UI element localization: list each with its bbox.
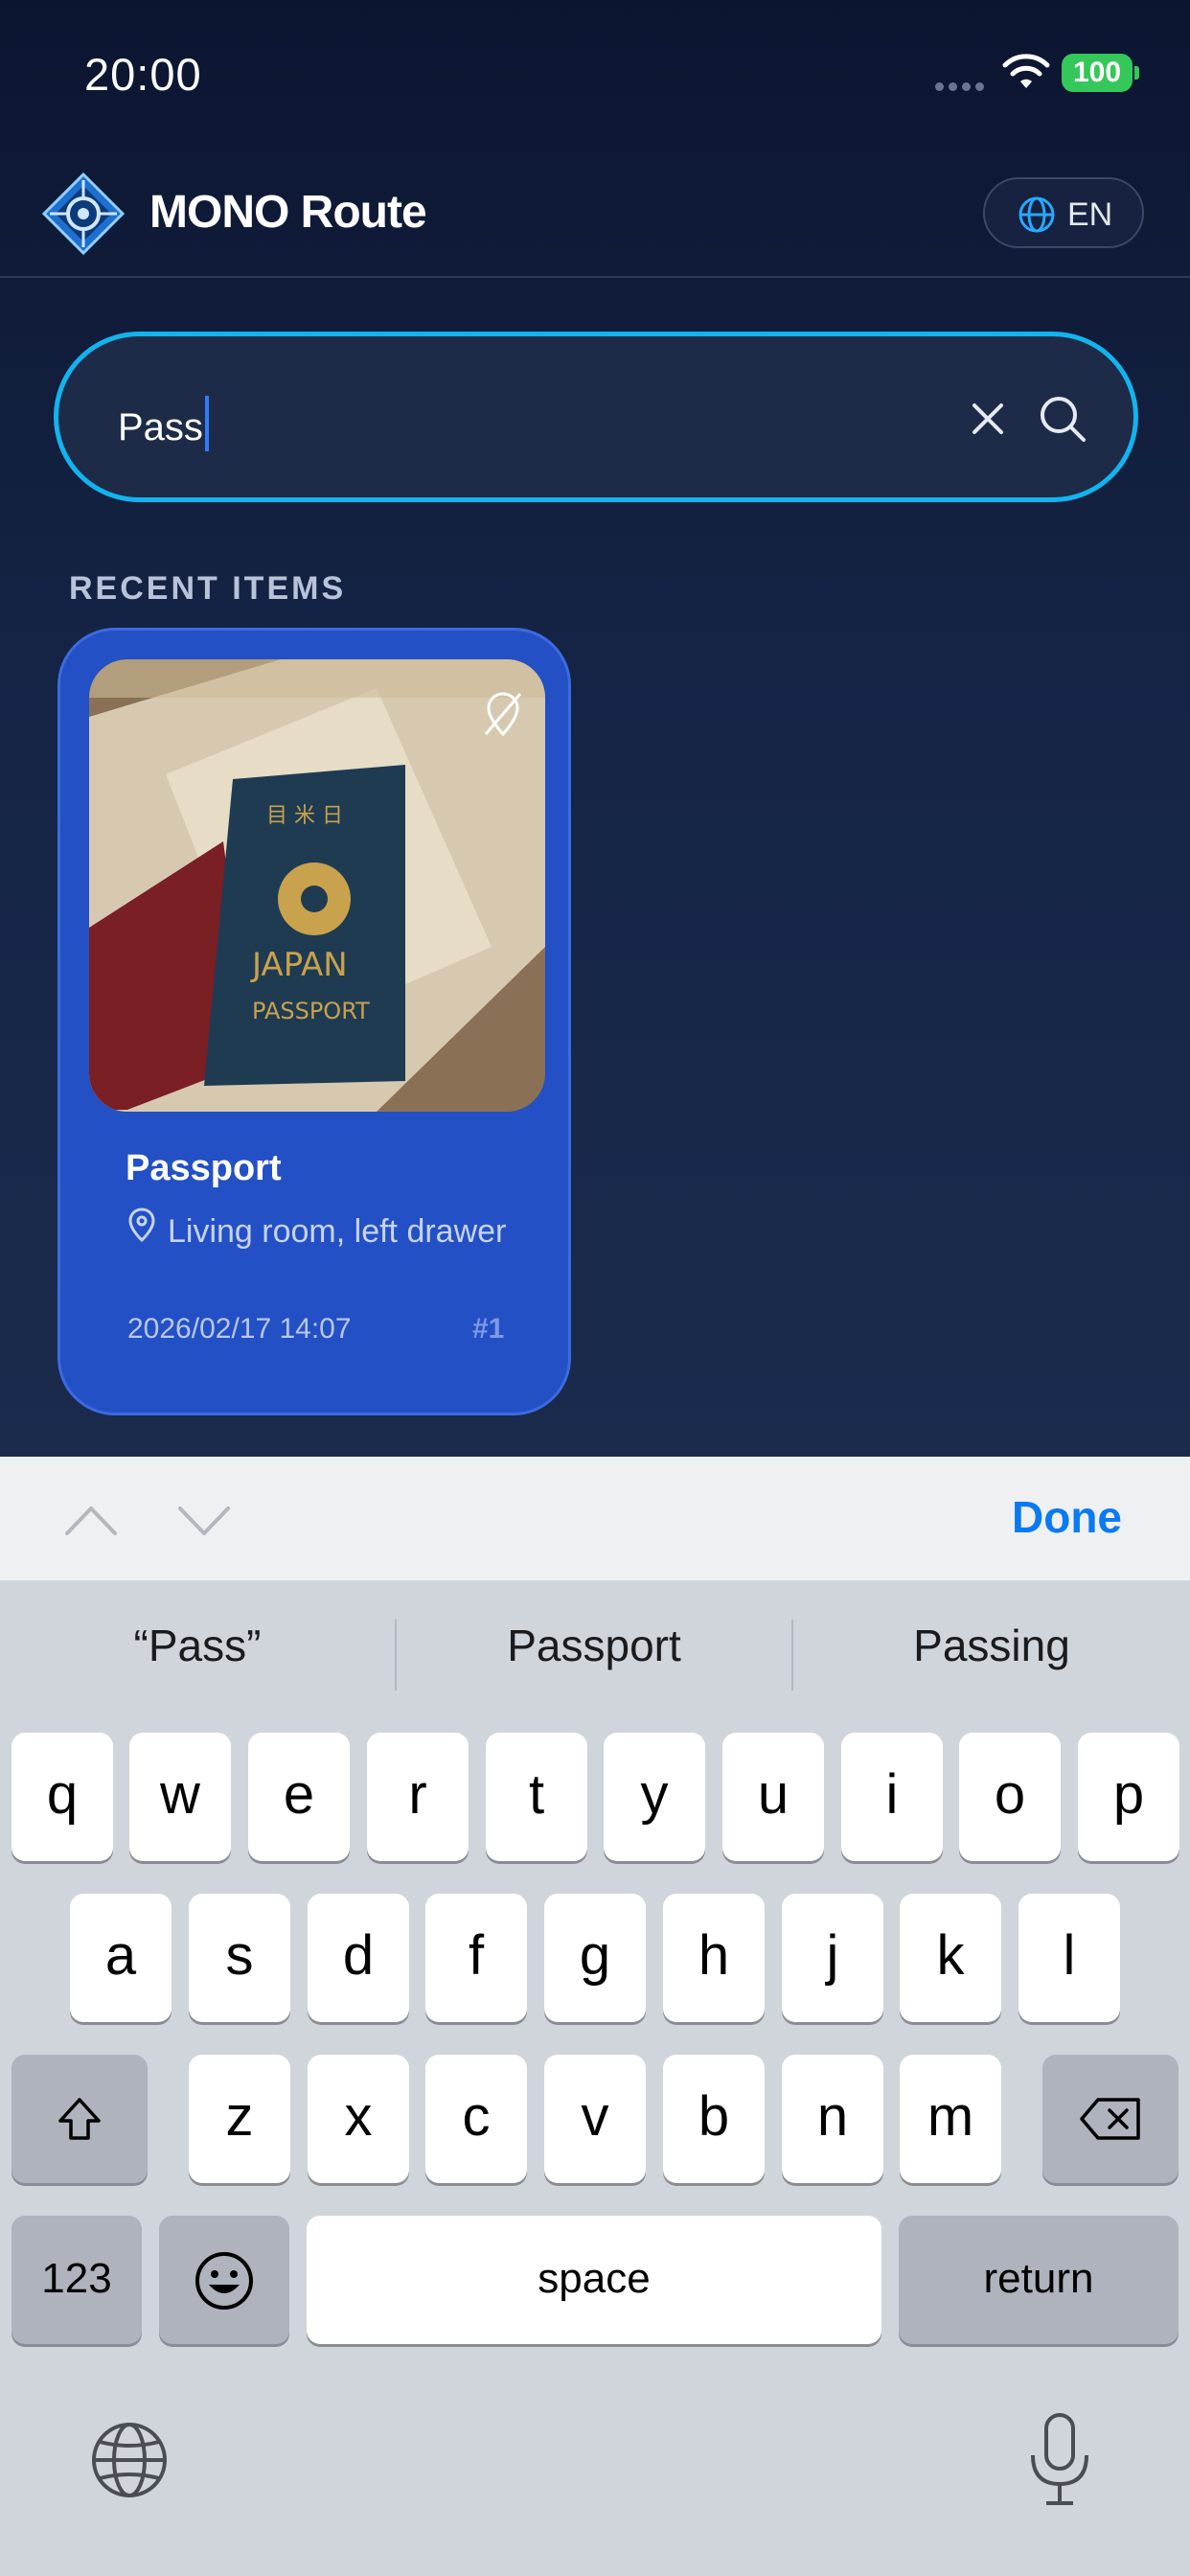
key[interactable]: h (663, 1894, 765, 2022)
key[interactable]: p (1078, 1733, 1179, 1861)
globe-icon[interactable] (90, 2421, 169, 2499)
svg-text:PASSPORT: PASSPORT (252, 998, 370, 1024)
status-time: 20:00 (84, 49, 202, 100)
suggestion-bar: “Pass” Passport Passing (0, 1581, 1190, 1715)
recent-items-heading: RECENT ITEMS (69, 570, 347, 607)
item-date: 2026/02/17 14:07 (127, 1313, 352, 1345)
key[interactable]: e (248, 1733, 350, 1861)
wifi-icon (1002, 54, 1050, 88)
done-button[interactable]: Done (1012, 1491, 1122, 1543)
key[interactable]: r (367, 1733, 469, 1861)
key[interactable]: z (189, 2055, 290, 2183)
item-location: Living room, left drawer (168, 1213, 507, 1250)
keyboard-accessory-bar: Done (0, 1457, 1190, 1581)
key[interactable]: a (70, 1894, 172, 2022)
key[interactable]: v (544, 2055, 646, 2183)
key[interactable]: c (425, 2055, 527, 2183)
key[interactable]: j (782, 1894, 883, 2022)
microphone-icon[interactable] (1025, 2411, 1094, 2507)
key[interactable]: k (900, 1894, 1001, 2022)
status-bar: 20:00 100 (0, 0, 1190, 144)
battery-tip (1134, 66, 1139, 80)
svg-text:JAPAN: JAPAN (250, 946, 348, 984)
return-key[interactable]: return (899, 2216, 1179, 2344)
location-pin-icon (128, 1208, 155, 1242)
item-card[interactable]: 目 米 日 JAPAN PASSPORT Passport Living roo… (57, 628, 571, 1415)
suggestion-item[interactable]: Passport (397, 1620, 791, 1677)
key[interactable]: s (189, 1894, 290, 2022)
key[interactable]: x (308, 2055, 409, 2183)
item-photo: 目 米 日 JAPAN PASSPORT (89, 659, 545, 1112)
suggestion-item[interactable]: Passing (793, 1620, 1190, 1677)
clear-icon[interactable] (967, 398, 1009, 440)
chevron-up-icon[interactable] (59, 1493, 123, 1547)
delete-key[interactable] (1042, 2055, 1179, 2183)
text-caret (204, 396, 209, 451)
key[interactable]: d (308, 1894, 409, 2022)
key[interactable]: i (841, 1733, 943, 1861)
no-location-icon (484, 692, 522, 737)
search-input[interactable]: Pass (118, 396, 209, 451)
space-key[interactable]: space (307, 2216, 881, 2344)
globe-icon (1018, 196, 1055, 233)
key[interactable]: u (722, 1733, 824, 1861)
search-input-value: Pass (118, 406, 203, 448)
keyboard: “Pass” Passport Passing q w e r t y u i … (0, 1581, 1190, 2576)
suggestion-item[interactable]: “Pass” (0, 1620, 395, 1677)
app-header: MONO Route EN (0, 144, 1190, 278)
key[interactable]: t (486, 1733, 587, 1861)
search-field[interactable]: Pass (54, 332, 1138, 502)
numbers-key[interactable]: 123 (11, 2216, 142, 2344)
shift-icon (58, 2098, 101, 2140)
emoji-icon (195, 2252, 253, 2310)
passport-photo-image: 目 米 日 JAPAN PASSPORT (89, 659, 545, 1112)
key[interactable]: l (1018, 1894, 1120, 2022)
key[interactable]: g (544, 1894, 646, 2022)
key[interactable]: o (959, 1733, 1061, 1861)
key[interactable]: n (782, 2055, 883, 2183)
app-screen: 20:00 100 MONO Route EN Pass RECENT ITEM… (0, 0, 1190, 1457)
shift-key[interactable] (11, 2055, 148, 2183)
chevron-down-icon[interactable] (172, 1493, 236, 1547)
battery-icon: 100 (1062, 54, 1133, 92)
app-title: MONO Route (149, 187, 427, 238)
cellular-signal-icon (935, 79, 989, 91)
key[interactable]: m (900, 2055, 1001, 2183)
item-name: Passport (126, 1148, 282, 1188)
key[interactable]: b (663, 2055, 765, 2183)
language-button[interactable]: EN (983, 177, 1144, 248)
app-logo-icon (42, 172, 125, 255)
key[interactable]: f (425, 1894, 527, 2022)
key[interactable]: w (129, 1733, 231, 1861)
backspace-icon (1080, 2098, 1140, 2140)
key[interactable]: y (604, 1733, 705, 1861)
svg-text:目 米 日: 目 米 日 (266, 804, 343, 828)
emoji-key[interactable] (159, 2216, 289, 2344)
key[interactable]: q (11, 1733, 113, 1861)
language-label: EN (1067, 196, 1113, 233)
item-index: #1 (472, 1313, 505, 1345)
search-icon[interactable] (1038, 394, 1087, 444)
